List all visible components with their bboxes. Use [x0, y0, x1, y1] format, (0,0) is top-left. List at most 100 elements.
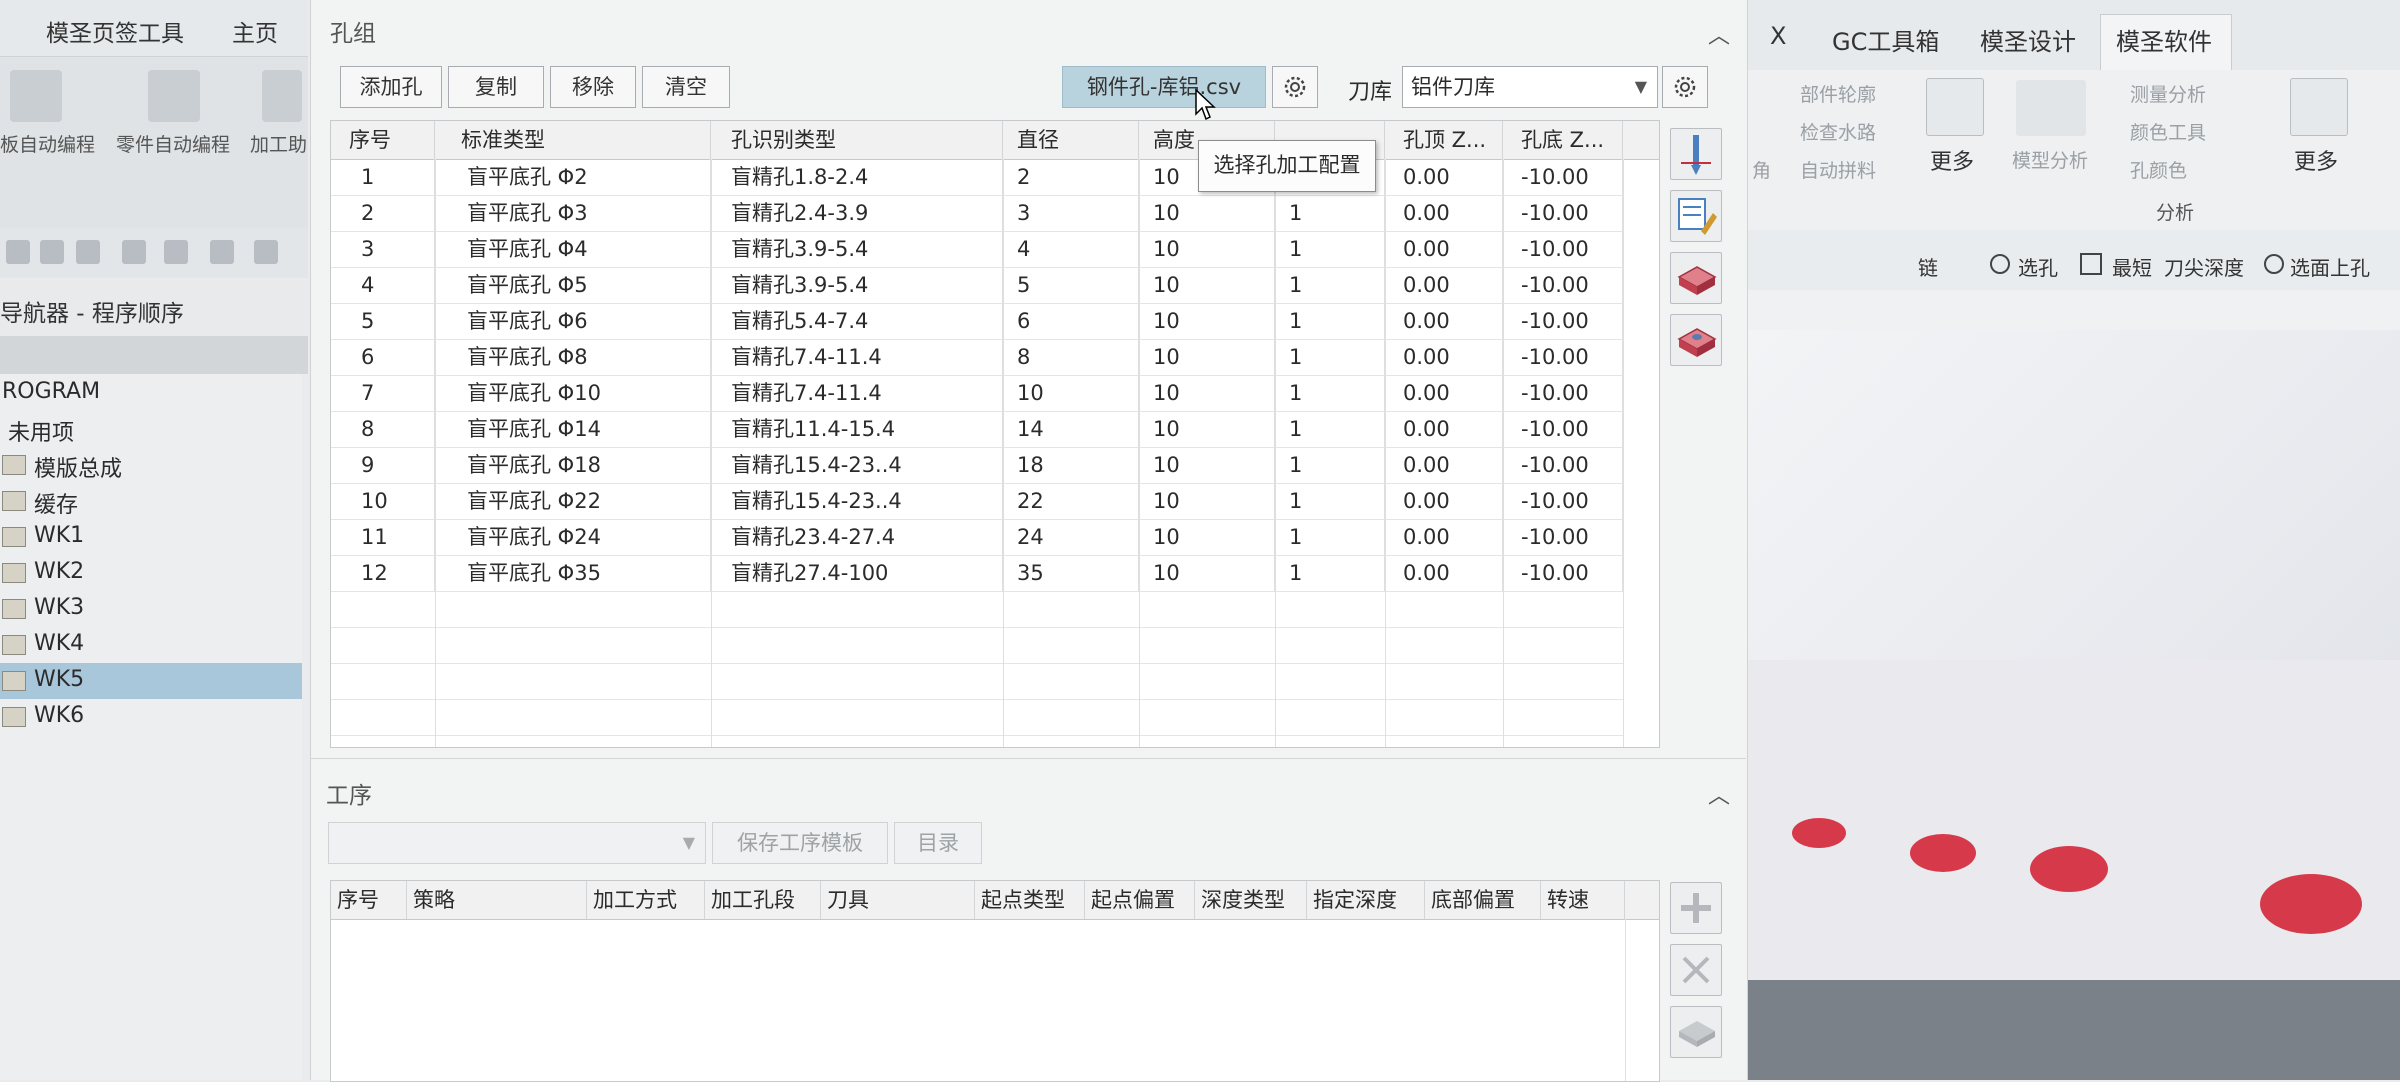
- table-row[interactable]: 9 盲平底孔 Φ18 盲精孔15.4-23..4 18 10 1 0.00 -10.00: [331, 447, 1623, 483]
- select-face-hole-radio[interactable]: [2264, 254, 2284, 274]
- cell-std: 盲平底孔 Φ14: [435, 411, 711, 447]
- clear-button[interactable]: 清空: [642, 66, 730, 108]
- config-gear-button[interactable]: [1272, 66, 1318, 108]
- collapse-icon[interactable]: ︿: [1708, 18, 1730, 50]
- ribbon-hole-color[interactable]: 孔颜色: [2130, 156, 2187, 183]
- table-row[interactable]: 4 盲平底孔 Φ5 盲精孔3.9-5.4 5 10 1 0.00 -10.00: [331, 267, 1623, 303]
- col-bottom-z[interactable]: 孔底 Z...: [1503, 121, 1623, 159]
- toolbar-tree-icon[interactable]: [40, 240, 64, 264]
- ribbon-measure-analysis[interactable]: 测量分析: [2130, 80, 2206, 107]
- plate-auto-program-icon[interactable]: [10, 70, 62, 122]
- add-process-button[interactable]: [1670, 882, 1722, 934]
- remove-button[interactable]: 移除: [550, 66, 636, 108]
- tree-item-cache[interactable]: 缓存: [0, 483, 302, 519]
- col-std-type[interactable]: 标准类型: [435, 121, 711, 159]
- table-row[interactable]: 12 盲平底孔 Φ35 盲精孔27.4-100 35 10 1 0.00 -10.00: [331, 555, 1623, 591]
- select-hole-radio[interactable]: [1990, 254, 2010, 274]
- toolbar-folder-icon[interactable]: [164, 240, 188, 264]
- col-strategy[interactable]: 策略: [407, 881, 587, 919]
- save-process-template-button[interactable]: 保存工序模板: [712, 822, 888, 864]
- graphics-viewport[interactable]: [1740, 330, 2400, 1080]
- collapse-icon[interactable]: ︿: [1708, 778, 1730, 810]
- ribbon-check-waterline[interactable]: 检查水路: [1800, 118, 1876, 145]
- shortest-checkbox[interactable]: [2080, 253, 2102, 275]
- toolbar-tree2-icon[interactable]: [76, 240, 100, 264]
- hole-marker[interactable]: [2030, 846, 2108, 892]
- table-row[interactable]: 6 盲平底孔 Φ8 盲精孔7.4-11.4 8 10 1 0.00 -10.00: [331, 339, 1623, 375]
- col-speed[interactable]: 转速: [1541, 881, 1625, 919]
- process-template-select[interactable]: ▼: [328, 822, 706, 864]
- plus-icon: [1681, 893, 1711, 923]
- col-specified-depth[interactable]: 指定深度: [1307, 881, 1425, 919]
- model-analysis-icon[interactable]: [2016, 80, 2086, 136]
- col-diameter[interactable]: 直径: [1003, 121, 1139, 159]
- program-folder-icon: [2, 707, 26, 727]
- hole-config-csv-button[interactable]: 钢件孔-库铝.csv: [1062, 66, 1266, 108]
- more-icon[interactable]: [1926, 78, 1984, 136]
- edit-list-button[interactable]: [1670, 190, 1722, 242]
- table-row[interactable]: 2 盲平底孔 Φ3 盲精孔2.4-3.9 3 10 1 0.00 -10.00: [331, 195, 1623, 231]
- tree-item-program[interactable]: ROGRAM: [0, 375, 302, 411]
- hole-marker[interactable]: [2260, 874, 2362, 934]
- toolbar-tool-icon[interactable]: [254, 240, 278, 264]
- tree-item-wk3[interactable]: WK3: [0, 591, 302, 627]
- ribbon-model-analysis[interactable]: 模型分析: [2012, 146, 2088, 173]
- more-button-1[interactable]: 更多: [1930, 144, 1974, 176]
- ribbon-auto-stock[interactable]: 自动拼料: [1800, 156, 1876, 183]
- ribbon-color-tool[interactable]: 颜色工具: [2130, 118, 2206, 145]
- toolbar-dropdown-icon[interactable]: [6, 240, 30, 264]
- col-method[interactable]: 加工方式: [587, 881, 705, 919]
- more-button-2[interactable]: 更多: [2294, 144, 2338, 176]
- col-depth-type[interactable]: 深度类型: [1195, 881, 1307, 919]
- tree-item-wk5[interactable]: WK5: [0, 663, 302, 699]
- toolbar-cube-icon[interactable]: [122, 240, 146, 264]
- tab-home[interactable]: 主页: [232, 14, 278, 48]
- tool-lib-select[interactable]: 铝件刀库 ▼: [1402, 66, 1658, 108]
- hole-marker[interactable]: [1792, 818, 1846, 848]
- tool-lib-gear-button[interactable]: [1662, 66, 1708, 108]
- hole-block-multi-button[interactable]: [1670, 314, 1722, 366]
- col-tool[interactable]: 刀具: [821, 881, 975, 919]
- process-block-button[interactable]: [1670, 1006, 1722, 1058]
- cell-top: 0.00: [1385, 303, 1503, 339]
- tab-mosheng-software[interactable]: 模圣软件: [2116, 22, 2212, 57]
- hole-block-button[interactable]: [1670, 252, 1722, 304]
- more-icon[interactable]: [2290, 78, 2348, 136]
- tree-item-wk1[interactable]: WK1: [0, 519, 302, 555]
- col-bottom-offset[interactable]: 底部偏置: [1425, 881, 1541, 919]
- tree-item-template[interactable]: 模版总成: [0, 447, 302, 483]
- tree-item-wk6[interactable]: WK6: [0, 699, 302, 735]
- table-row[interactable]: 8 盲平底孔 Φ14 盲精孔11.4-15.4 14 10 1 0.00 -10.00: [331, 411, 1623, 447]
- tree-item-wk2[interactable]: WK2: [0, 555, 302, 591]
- col-top-z[interactable]: 孔顶 Z...: [1385, 121, 1503, 159]
- col-no[interactable]: 序号: [331, 121, 435, 159]
- machining-assist-icon[interactable]: [262, 70, 302, 122]
- tab-mosheng-design[interactable]: 模圣设计: [1980, 22, 2076, 57]
- tab-mosheng-tools[interactable]: 模圣页签工具: [46, 14, 184, 48]
- directory-button[interactable]: 目录: [894, 822, 982, 864]
- col-start-type[interactable]: 起点类型: [975, 881, 1085, 919]
- part-auto-program-icon[interactable]: [148, 70, 200, 122]
- tab-x[interactable]: X: [1770, 22, 1786, 50]
- drill-tool-button[interactable]: [1670, 128, 1722, 180]
- hole-marker[interactable]: [1910, 834, 1976, 872]
- toolbar-key-icon[interactable]: [210, 240, 234, 264]
- tree-item-unused[interactable]: 未用项: [0, 411, 302, 447]
- tab-gc-toolbox[interactable]: GC工具箱: [1832, 22, 1939, 57]
- table-row[interactable]: 1 盲平底孔 Φ2 盲精孔1.8-2.4 2 10 0.00 -10.00: [331, 159, 1623, 195]
- table-row[interactable]: 10 盲平底孔 Φ22 盲精孔15.4-23..4 22 10 1 0.00 -10.00: [331, 483, 1623, 519]
- col-hole-segment[interactable]: 加工孔段: [705, 881, 821, 919]
- delete-process-button[interactable]: [1670, 944, 1722, 996]
- table-row[interactable]: 3 盲平底孔 Φ4 盲精孔3.9-5.4 4 10 1 0.00 -10.00: [331, 231, 1623, 267]
- col-seq[interactable]: 序号: [331, 881, 407, 919]
- ribbon-part-contour[interactable]: 部件轮廓: [1800, 80, 1876, 107]
- col-start-offset[interactable]: 起点偏置: [1085, 881, 1195, 919]
- copy-button[interactable]: 复制: [448, 66, 544, 108]
- table-row[interactable]: 5 盲平底孔 Φ6 盲精孔5.4-7.4 6 10 1 0.00 -10.00: [331, 303, 1623, 339]
- table-row[interactable]: 7 盲平底孔 Φ10 盲精孔7.4-11.4 10 10 1 0.00 -10.00: [331, 375, 1623, 411]
- add-hole-button[interactable]: 添加孔: [340, 66, 442, 108]
- col-recog-type[interactable]: 孔识别类型: [711, 121, 1003, 159]
- table-row[interactable]: 11 盲平底孔 Φ24 盲精孔23.4-27.4 24 10 1 0.00 -10.00: [331, 519, 1623, 555]
- cell-dia: 4: [1003, 231, 1139, 267]
- tree-item-wk4[interactable]: WK4: [0, 627, 302, 663]
